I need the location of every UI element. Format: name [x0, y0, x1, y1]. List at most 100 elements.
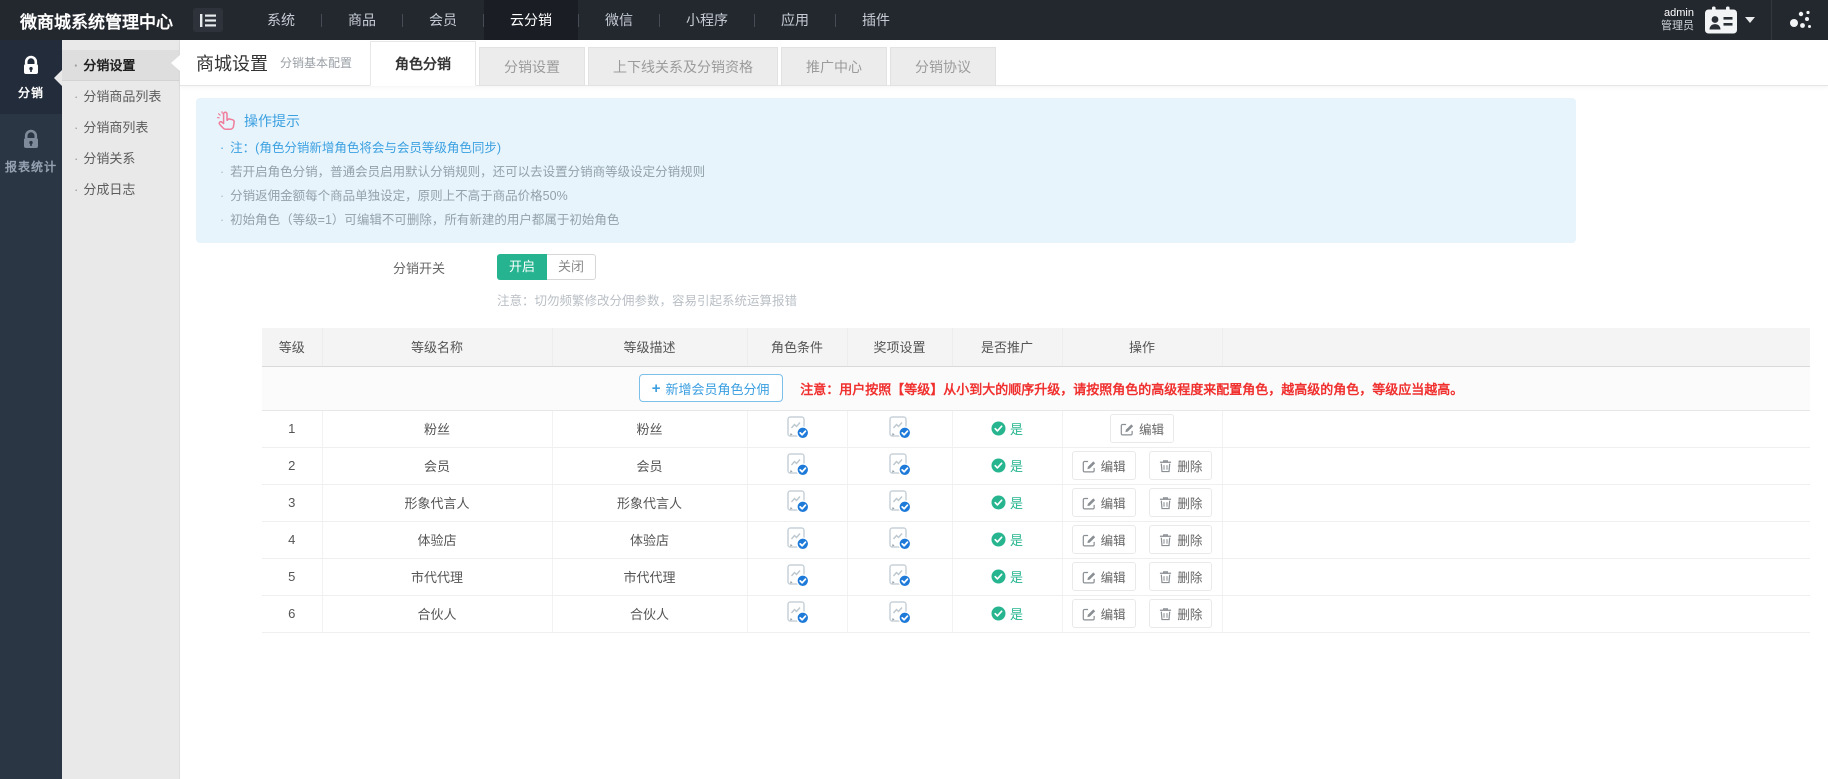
table-toolbar-row: + 新增会员角色分佣 注意：用户按照【等级】从小到大的顺序升级，请按照角色的高级…: [262, 366, 1810, 410]
cell-level: 2: [262, 447, 322, 484]
check-circle-icon: [991, 458, 1006, 473]
delete-button[interactable]: 删除: [1149, 562, 1212, 591]
edit-button[interactable]: 编辑: [1110, 414, 1174, 443]
add-role-commission-button[interactable]: + 新增会员角色分佣: [639, 374, 783, 402]
delete-button[interactable]: 删除: [1149, 451, 1212, 480]
edit-button[interactable]: 编辑: [1072, 562, 1136, 591]
promote-status: 是: [991, 567, 1023, 586]
topnav-item-members[interactable]: 会员: [403, 0, 483, 40]
trash-icon: [1159, 459, 1172, 473]
reward-setting-icon[interactable]: [887, 526, 912, 554]
topnav-item-miniprogram[interactable]: 小程序: [660, 0, 754, 40]
delete-button[interactable]: 删除: [1149, 599, 1212, 628]
role-condition-icon[interactable]: [785, 600, 810, 628]
role-condition-icon[interactable]: [785, 415, 810, 443]
sidebar-submenu: 分销设置 分销商品列表 分销商列表 分销关系 分成日志: [62, 40, 180, 779]
tips-item: 初始角色（等级=1）可编辑不可删除，所有新建的用户都属于初始角色: [216, 213, 1556, 227]
topbar: 微商城系统管理中心 系统 商品 会员 云分销 微信 小程序 应用 插件 admi…: [0, 0, 1828, 40]
role-table: 等级 等级名称 等级描述 角色条件 奖项设置 是否推广 操作 + 新增会员角色分…: [262, 328, 1810, 633]
lock-icon: [19, 128, 43, 152]
page-title: 商城设置: [196, 50, 268, 76]
promote-label: 是: [1010, 604, 1023, 623]
tab-role-distribution[interactable]: 角色分销: [370, 41, 476, 86]
cell-level-desc: 形象代言人: [552, 484, 747, 521]
rail-item-reports[interactable]: 报表统计: [0, 114, 62, 188]
check-circle-icon: [991, 606, 1006, 621]
reward-setting-icon[interactable]: [887, 489, 912, 517]
tab-distribution-agreement[interactable]: 分销协议: [890, 47, 996, 86]
cell-level-name: 会员: [322, 447, 552, 484]
table-row: 5 市代代理 市代代理 是: [262, 558, 1810, 595]
tab-promotion-center[interactable]: 推广中心: [781, 47, 887, 86]
tab-bar: 角色分销 分销设置 上下线关系及分销资格 推广中心 分销协议: [370, 41, 999, 86]
edit-button[interactable]: 编辑: [1072, 599, 1136, 628]
table-row: 1 粉丝 粉丝 是: [262, 410, 1810, 447]
user-info[interactable]: admin 管理员: [1661, 7, 1694, 33]
tab-distribution-settings[interactable]: 分销设置: [479, 47, 585, 86]
chevron-down-icon: [1745, 17, 1755, 23]
trash-icon: [1159, 533, 1172, 547]
promote-status: 是: [991, 493, 1023, 512]
check-circle-icon: [991, 495, 1006, 510]
reward-setting-icon[interactable]: [887, 600, 912, 628]
tips-item: 若开启角色分销，普通会员启用默认分销规则，还可以去设置分销商等级设定分销规则: [216, 165, 1556, 179]
switch-on-button[interactable]: 开启: [497, 254, 547, 280]
delete-button[interactable]: 删除: [1149, 525, 1212, 554]
check-circle-icon: [991, 569, 1006, 584]
edit-label: 编辑: [1101, 567, 1126, 586]
delete-button[interactable]: 删除: [1149, 488, 1212, 517]
sidebar-collapse-button[interactable]: [193, 8, 223, 32]
tap-hand-icon: [216, 111, 235, 131]
topnav-item-cloud-distribution[interactable]: 云分销: [484, 0, 578, 40]
submenu-pointer-notch: [54, 70, 62, 86]
rail-item-distribution[interactable]: 分销: [0, 40, 62, 114]
check-circle-icon: [991, 421, 1006, 436]
table-row: 4 体验店 体验店 是: [262, 521, 1810, 558]
cell-level: 3: [262, 484, 322, 521]
submenu-item-distributor-list[interactable]: 分销商列表: [62, 112, 179, 143]
switch-warning-note: 注意：切勿频繁修改分佣参数，容易引起系统运算报错: [497, 290, 797, 309]
reward-setting-icon[interactable]: [887, 563, 912, 591]
edit-button[interactable]: 编辑: [1072, 451, 1136, 480]
topnav-item-system[interactable]: 系统: [241, 0, 321, 40]
user-menu-trigger[interactable]: [1704, 6, 1755, 34]
switch-off-button[interactable]: 关闭: [547, 254, 596, 280]
submenu-item-commission-log[interactable]: 分成日志: [62, 174, 179, 205]
reward-setting-icon[interactable]: [887, 452, 912, 480]
delete-label: 删除: [1177, 530, 1202, 549]
table-row: 2 会员 会员 是: [262, 447, 1810, 484]
trash-icon: [1159, 570, 1172, 584]
trash-icon: [1159, 607, 1172, 621]
column-header-filler: [1222, 328, 1810, 366]
topnav-item-wechat[interactable]: 微信: [579, 0, 659, 40]
column-header-reward-setting: 奖项设置: [847, 328, 952, 366]
role-condition-icon[interactable]: [785, 452, 810, 480]
edit-icon: [1082, 570, 1096, 584]
role-condition-icon[interactable]: [785, 563, 810, 591]
edit-button[interactable]: 编辑: [1072, 488, 1136, 517]
column-header-level: 等级: [262, 328, 322, 366]
tips-item: 分销返佣金额每个商品单独设定，原则上不高于商品价格50%: [216, 189, 1556, 203]
edit-icon: [1082, 496, 1096, 510]
promote-status: 是: [991, 530, 1023, 549]
topnav-item-goods[interactable]: 商品: [322, 0, 402, 40]
tab-upline-downline-qualification[interactable]: 上下线关系及分销资格: [588, 47, 778, 86]
edit-button[interactable]: 编辑: [1072, 525, 1136, 554]
app-title: 微商城系统管理中心: [0, 8, 193, 33]
submenu-item-distribution-goods-list[interactable]: 分销商品列表: [62, 81, 179, 112]
sidebar-rail: 分销 报表统计: [0, 40, 62, 779]
submenu-item-distribution-settings[interactable]: 分销设置: [62, 50, 179, 81]
tips-item: 注：(角色分销新增角色将会与会员等级角色同步): [216, 141, 1556, 155]
role-condition-icon[interactable]: [785, 526, 810, 554]
submenu-item-distribution-relations[interactable]: 分销关系: [62, 143, 179, 174]
reward-setting-icon[interactable]: [887, 415, 912, 443]
table-header-row: 等级 等级名称 等级描述 角色条件 奖项设置 是否推广 操作: [262, 328, 1810, 366]
tips-title: 操作提示: [244, 111, 300, 131]
cell-level: 6: [262, 595, 322, 632]
shortcut-menu-button[interactable]: [1772, 0, 1828, 40]
cell-level: 1: [262, 410, 322, 447]
content-header: 商城设置 分销基本配置 角色分销 分销设置 上下线关系及分销资格 推广中心 分销…: [180, 40, 1828, 86]
role-condition-icon[interactable]: [785, 489, 810, 517]
topnav-item-apps[interactable]: 应用: [755, 0, 835, 40]
topnav-item-plugins[interactable]: 插件: [836, 0, 916, 40]
